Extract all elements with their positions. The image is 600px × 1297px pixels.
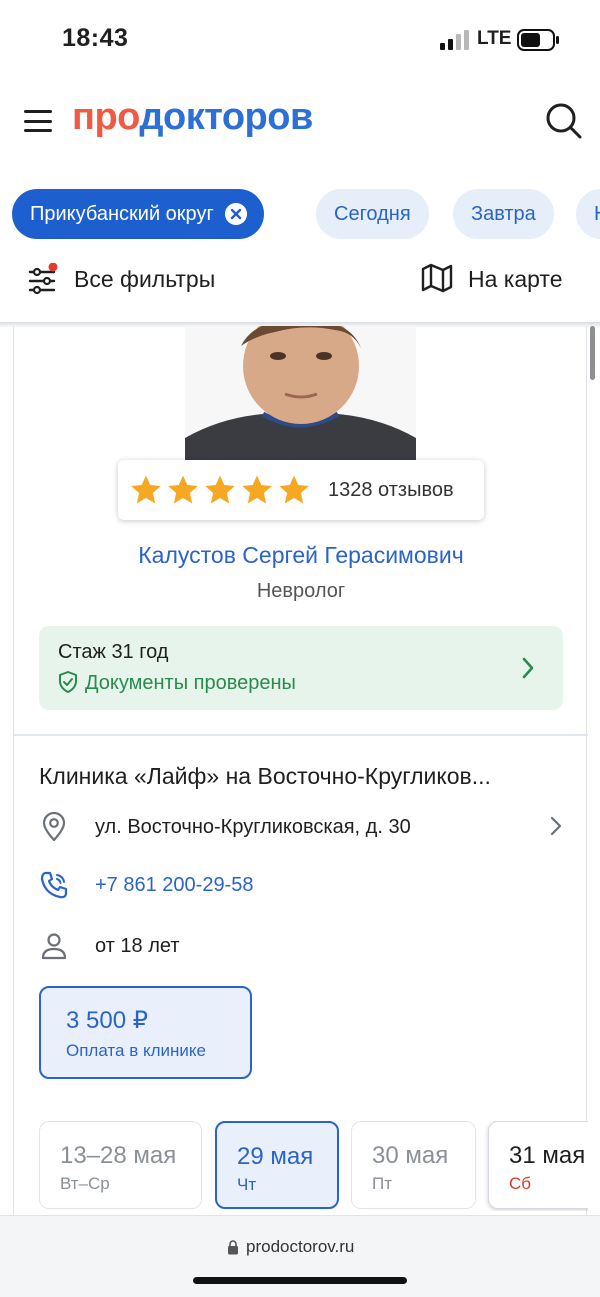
doctor-card: 1328 отзывов Калустов Сергей Герасимович… [13,326,588,1226]
chip-more[interactable]: Н [576,189,600,239]
date-option[interactable]: 13–28 мая Вт–Ср [39,1121,202,1209]
chip-tomorrow[interactable]: Завтра [453,189,554,239]
date-label: 30 мая [372,1142,449,1169]
search-icon[interactable] [545,102,583,140]
filter-settings-icon[interactable] [28,263,60,295]
star-icon [168,475,198,504]
documents-verified-label: Документы проверены [85,672,296,694]
clinic-phone-link[interactable]: +7 861 200-29-58 [95,874,253,897]
site-logo[interactable]: продокторов [72,96,313,139]
age-row: от 18 лет [39,929,564,965]
cellular-signal-icon [440,30,469,50]
clinic-phone-row[interactable]: +7 861 200-29-58 [39,868,564,904]
logo-part-pro: про [72,96,140,138]
star-icon [279,475,309,504]
clinic-address-row[interactable]: ул. Восточно-Кругликовская, д. 30 [39,810,564,846]
page-scrollbar[interactable] [590,326,595,380]
clinic-address: ул. Восточно-Кругликовская, д. 30 [95,816,411,838]
chip-district-label: Прикубанский округ [30,203,214,225]
doctor-photo[interactable] [185,326,416,460]
date-label: 31 мая [509,1142,586,1169]
star-icon [131,475,161,504]
doctor-specialty: Невролог [256,580,346,602]
rating-badge[interactable]: 1328 отзывов [118,460,484,520]
close-icon[interactable] [224,203,247,225]
phone-icon [40,871,68,899]
status-bar: 18:43 LTE [0,0,600,80]
on-map-button[interactable]: На карте [468,266,563,293]
experience-panel[interactable]: Стаж 31 год Документы проверены [39,626,563,710]
chip-today[interactable]: Сегодня [316,189,429,239]
star-icon [205,475,235,504]
clinic-name[interactable]: Клиника «Лайф» на Восточно-Кругликов... [39,763,569,790]
chip-district[interactable]: Прикубанский округ [12,189,264,239]
price-option[interactable]: 3 500 ₽ Оплата в клинике [39,986,252,1079]
price-amount: 3 500 ₽ [66,1007,148,1034]
patient-age: от 18 лет [95,935,180,957]
documents-verified: Документы проверены [58,671,296,695]
weekday-label: Пт [372,1174,393,1193]
date-option[interactable]: 31 мая Сб [488,1121,588,1209]
menu-icon[interactable] [24,110,52,132]
rating-stars [130,474,315,506]
lock-icon [228,1240,238,1255]
weekday-label: Вт–Ср [60,1174,110,1193]
filters-row: Все фильтры На карте [0,250,600,310]
weekday-label: Сб [509,1174,532,1193]
map-icon[interactable] [420,262,454,294]
weekday-label: Чт [237,1175,257,1194]
date-label: 13–28 мая [60,1142,177,1169]
date-option-selected[interactable]: 29 мая Чт [215,1121,339,1209]
chevron-right-icon [522,657,534,679]
payment-method: Оплата в клинике [66,1041,206,1060]
reviews-count: 1328 отзывов [328,479,454,501]
battery-icon [517,29,559,51]
person-icon [41,933,67,960]
section-divider [14,734,588,736]
shield-check-icon [59,671,77,693]
date-picker: 13–28 мая Вт–Ср 29 мая Чт 30 мая Пт 31 м… [39,1121,588,1211]
chevron-right-icon [550,816,562,836]
network-type: LTE [477,28,512,49]
site-header: продокторов [0,80,600,170]
quick-filter-chips: Прикубанский округ Сегодня Завтра Н [12,189,600,239]
browser-url-bar[interactable]: prodoctorov.ru [0,1215,600,1297]
status-time: 18:43 [62,24,129,52]
logo-part-doctors: докторов [139,96,313,138]
doctor-name-link[interactable]: Калустов Сергей Герасимович [14,542,588,569]
experience-text: Стаж 31 год [58,641,169,663]
date-option[interactable]: 30 мая Пт [351,1121,476,1209]
all-filters-button[interactable]: Все фильтры [74,266,215,293]
star-icon [242,475,272,504]
date-label: 29 мая [237,1143,314,1170]
url-text: prodoctorov.ru [246,1237,355,1256]
location-pin-icon [42,812,66,842]
home-indicator[interactable] [193,1277,407,1284]
